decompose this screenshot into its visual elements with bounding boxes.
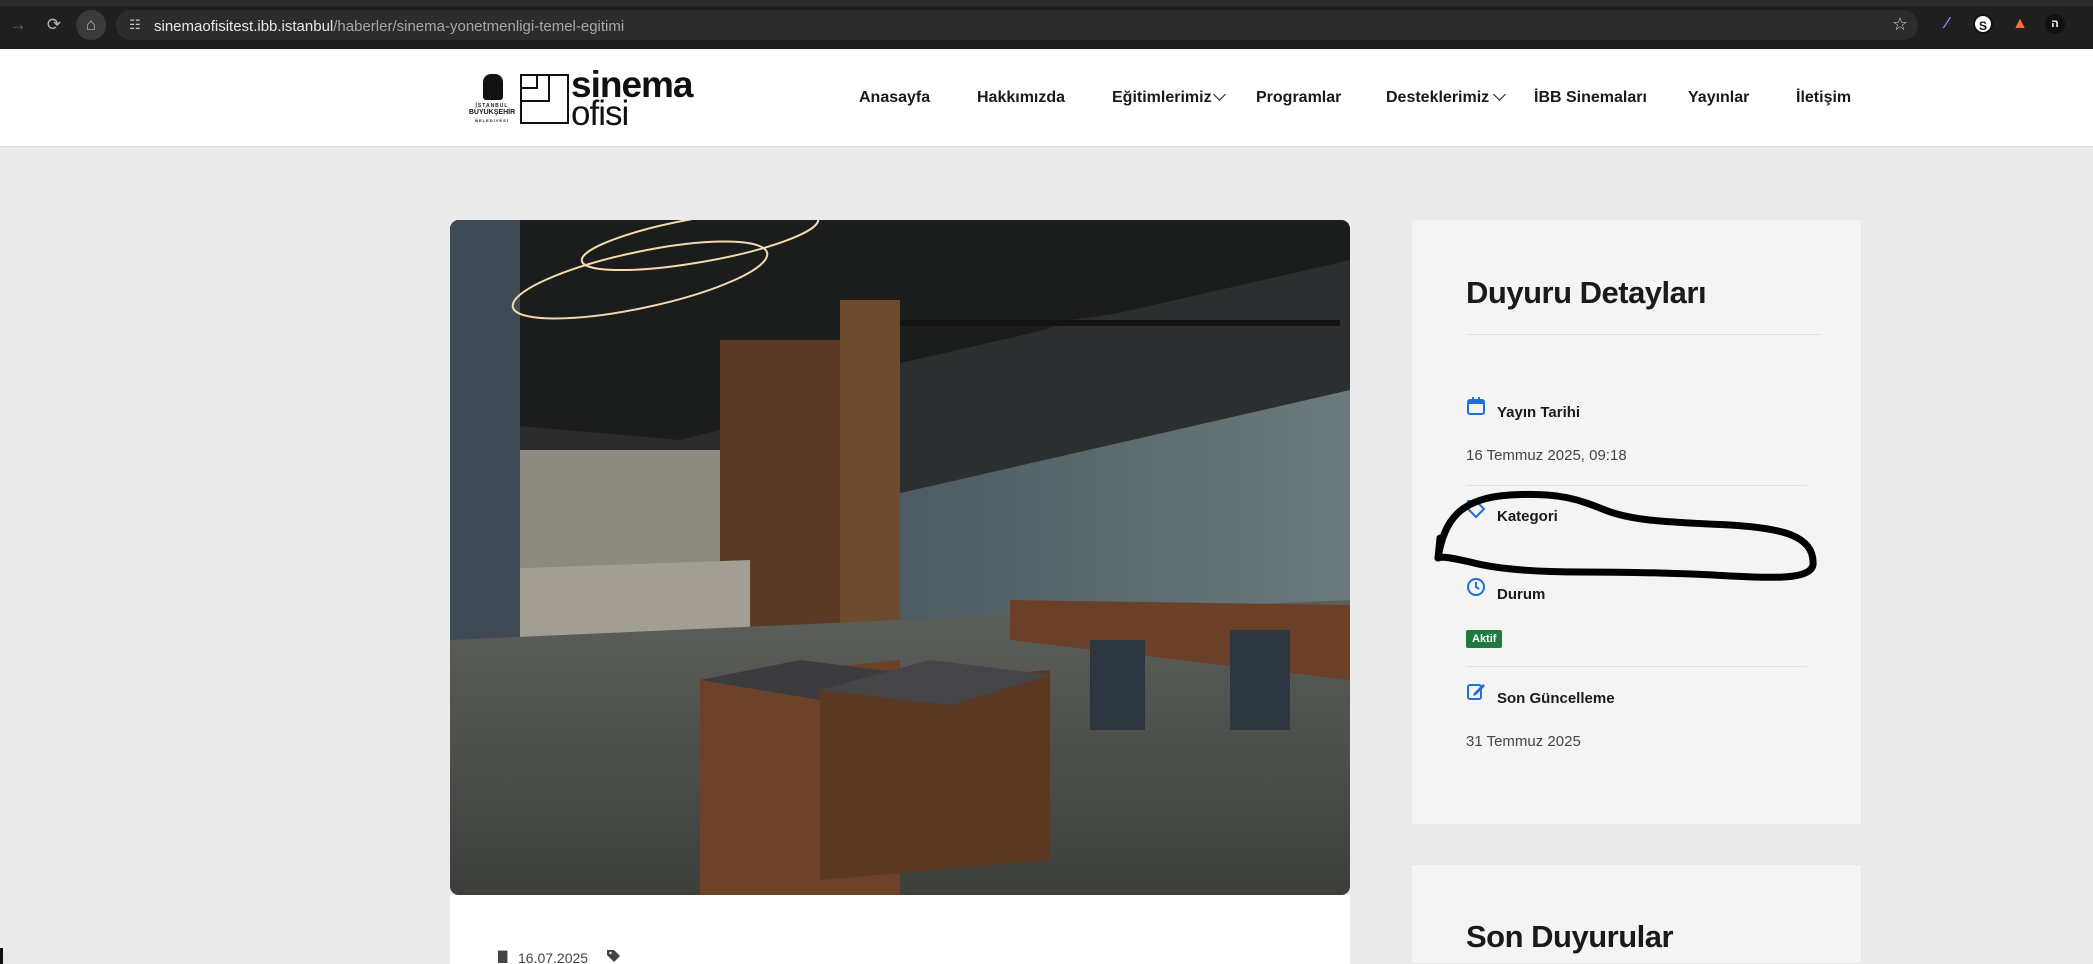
details-title: Duyuru Detayları: [1466, 275, 1707, 310]
home-icon[interactable]: ⌂: [76, 10, 106, 40]
flame-extension-icon[interactable]: ▲: [2010, 14, 2030, 34]
article-date: 16.07.2025: [518, 950, 589, 964]
tag-icon: [1467, 500, 1485, 518]
browser-toolbar: → ⟳ ⌂ ☷ sinemaofisitest.ibb.istanbul/hab…: [0, 0, 2093, 49]
calendar-icon: ▇: [498, 949, 508, 963]
chevron-down-icon[interactable]: [1214, 90, 1225, 101]
url-host: sinemaofisitest.ibb.istanbul: [154, 18, 334, 35]
nav-ibb-sinemalari[interactable]: İBB Sinemaları: [1534, 89, 1647, 107]
interior-photo: [450, 220, 1350, 895]
logo-word-ofisi: ofisi: [571, 94, 629, 133]
nav-iletisim[interactable]: İletişim: [1796, 89, 1851, 107]
detail-value-yayin-tarihi: 16 Temmuz 2025, 09:18: [1466, 447, 1627, 464]
window-edge: [0, 948, 3, 964]
emblem-text-line2: BÜYÜKŞEHİR: [468, 109, 516, 116]
nav-desteklerimiz[interactable]: Desteklerimiz: [1386, 89, 1489, 107]
site-logo[interactable]: İSTANBUL BÜYÜKŞEHİR BELEDİYESİ sinema of…: [467, 64, 707, 133]
nav-anasayfa[interactable]: Anasayfa: [859, 89, 930, 107]
status-badge: Aktif: [1466, 630, 1503, 648]
tag-icon: [607, 950, 620, 962]
crest-icon: [483, 74, 503, 100]
clock-icon: [1467, 578, 1485, 596]
site-info-icon[interactable]: ☷: [126, 16, 144, 34]
edit-icon: [1467, 684, 1485, 700]
tab-strip: [0, 0, 2093, 6]
article-hero-image: [450, 220, 1350, 895]
announcement-details-card: Duyuru Detayları Yayın Tarihi 16 Temmuz …: [1411, 219, 1862, 825]
recent-announcements-title: Son Duyurular: [1466, 919, 1674, 954]
ibb-emblem: İSTANBUL BÜYÜKŞEHİR BELEDİYESİ: [467, 74, 517, 124]
nav-egitimlerimiz[interactable]: Eğitimlerimiz: [1112, 89, 1212, 107]
reload-icon[interactable]: ⟳: [42, 13, 66, 37]
emblem-text-line3: BELEDİYESİ: [475, 118, 509, 123]
nav-hakkimizda[interactable]: Hakkımızda: [977, 89, 1065, 107]
bookmark-star-icon[interactable]: ☆: [1892, 14, 1908, 35]
back-arrow-icon[interactable]: →: [6, 13, 30, 37]
nav-programlar[interactable]: Programlar: [1256, 89, 1341, 107]
site-header: İSTANBUL BÜYÜKŞEHİR BELEDİYESİ sinema of…: [0, 49, 2093, 147]
nav-yayinlar[interactable]: Yayınlar: [1688, 89, 1749, 107]
logo-frame-icon: [520, 74, 569, 124]
detail-label-durum: Durum: [1497, 586, 1546, 603]
recent-announcements-card: Son Duyurular: [1411, 864, 1862, 964]
s-extension-icon[interactable]: S: [1973, 14, 1993, 34]
feather-extension-icon[interactable]: ⁄: [1937, 14, 1957, 34]
article-meta-card: ▇ 16.07.2025: [450, 895, 1350, 964]
url-path: /haberler/sinema-yonetmenligi-temel-egit…: [333, 18, 625, 35]
detail-label-son-guncelleme: Son Güncelleme: [1497, 690, 1615, 707]
calendar-icon: [1467, 397, 1485, 415]
detail-value-son-guncelleme: 31 Temmuz 2025: [1466, 733, 1581, 750]
detail-label-kategori: Kategori: [1497, 508, 1558, 525]
address-bar[interactable]: ☷ sinemaofisitest.ibb.istanbul/haberler/…: [116, 10, 1918, 40]
chevron-down-icon[interactable]: [1494, 90, 1505, 101]
url-text[interactable]: sinemaofisitest.ibb.istanbul/haberler/si…: [154, 18, 624, 35]
n-extension-icon[interactable]: ה: [2045, 14, 2065, 34]
detail-label-yayin-tarihi: Yayın Tarihi: [1497, 404, 1581, 421]
